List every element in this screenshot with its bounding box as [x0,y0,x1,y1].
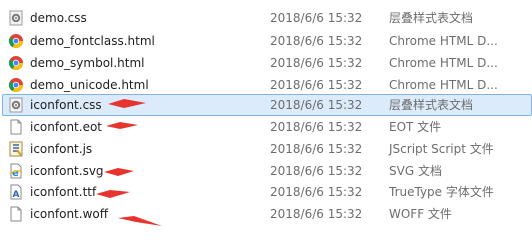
file-name: demo_fontclass.html [30,34,155,48]
chrome-icon [8,55,24,71]
file-type: EOT 文件 [389,120,442,134]
file-type: 层叠样式表文档 [389,98,474,112]
chrome-icon [8,77,24,93]
blank-file-icon [8,119,24,135]
ie-document-icon: e [8,163,24,179]
file-date: 2018/6/6 15:32 [270,185,363,199]
file-type: Chrome HTML D... [389,78,498,92]
font-file-icon: A [8,184,24,200]
file-date: 2018/6/6 15:32 [270,98,363,112]
file-row-iconfont-svg[interactable]: e iconfont.svg 2018/6/6 15:32 SVG 文档 [0,160,532,182]
file-type: Chrome HTML D... [389,56,498,70]
file-date: 2018/6/6 15:32 [270,120,363,134]
file-name: demo_unicode.html [30,78,149,92]
file-type: Chrome HTML D... [389,34,498,48]
file-name: iconfont.svg [30,164,104,178]
file-name: demo_symbol.html [30,56,145,70]
svg-text:e: e [12,168,19,179]
file-date: 2018/6/6 15:32 [270,34,363,48]
file-row-iconfont-ttf[interactable]: A iconfont.ttf 2018/6/6 15:32 TrueType 字… [0,181,532,203]
file-name: iconfont.woff [30,207,108,221]
file-row-demo-fontclass-html[interactable]: demo_fontclass.html 2018/6/6 15:32 Chrom… [0,30,532,52]
file-date: 2018/6/6 15:32 [270,56,363,70]
file-date: 2018/6/6 15:32 [270,11,363,25]
file-name: iconfont.js [30,142,93,156]
chrome-icon [8,33,24,49]
svg-text:A: A [13,190,20,200]
file-date: 2018/6/6 15:32 [270,207,363,221]
file-row-demo-unicode-html[interactable]: demo_unicode.html 2018/6/6 15:32 Chrome … [0,74,532,96]
file-name: demo.css [30,11,87,25]
file-row-iconfont-eot[interactable]: iconfont.eot 2018/6/6 15:32 EOT 文件 [0,116,532,138]
css-gear-icon [8,10,24,26]
file-type: JScript Script 文件 [389,142,494,156]
file-row-demo-symbol-html[interactable]: demo_symbol.html 2018/6/6 15:32 Chrome H… [0,52,532,74]
file-row-iconfont-woff[interactable]: iconfont.woff 2018/6/6 15:32 WOFF 文件 [0,203,532,225]
file-type: TrueType 字体文件 [389,185,494,199]
blank-file-icon [8,206,24,222]
file-name: iconfont.ttf [30,185,97,199]
file-date: 2018/6/6 15:32 [270,78,363,92]
file-type: WOFF 文件 [389,207,452,221]
file-type: SVG 文档 [389,164,442,178]
file-row-iconfont-css[interactable]: iconfont.css 2018/6/6 15:32 层叠样式表文档 [0,94,532,116]
file-date: 2018/6/6 15:32 [270,142,363,156]
file-name: iconfont.css [30,98,102,112]
file-date: 2018/6/6 15:32 [270,164,363,178]
js-script-icon [8,141,24,157]
file-name: iconfont.eot [30,120,102,134]
file-row-demo-css[interactable]: demo.css 2018/6/6 15:32 层叠样式表文档 [0,7,532,29]
css-gear-icon [8,97,24,113]
file-type: 层叠样式表文档 [389,11,474,25]
file-row-iconfont-js[interactable]: iconfont.js 2018/6/6 15:32 JScript Scrip… [0,138,532,160]
